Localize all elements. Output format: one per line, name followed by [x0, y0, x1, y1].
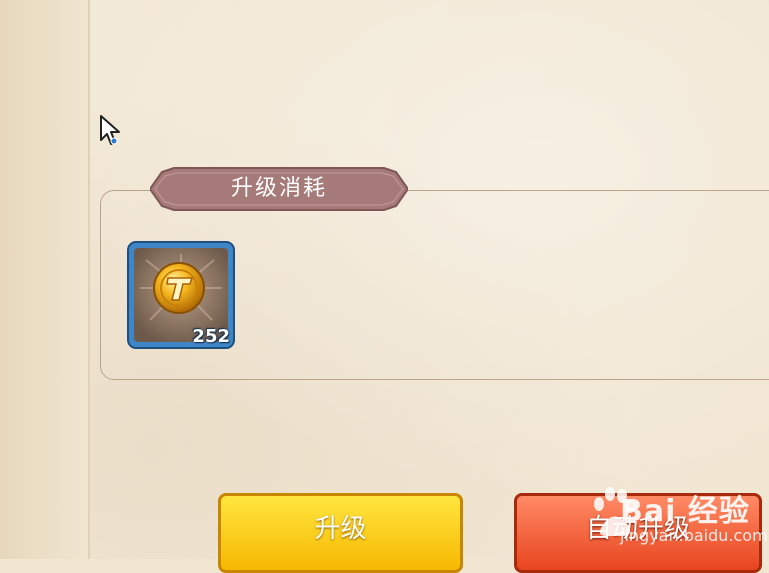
panel-title: 升级消耗 — [230, 176, 327, 201]
left-panel-edge — [0, 0, 90, 559]
watermark-url: jingyan.baidu.com — [620, 526, 768, 545]
watermark-brand: Bai 经验 — [620, 494, 750, 529]
gold-coin-icon — [153, 262, 205, 314]
upgrade-button[interactable]: 升级 — [218, 493, 463, 573]
mouse-cursor-icon — [100, 115, 120, 145]
item-count: 252 — [192, 326, 230, 347]
